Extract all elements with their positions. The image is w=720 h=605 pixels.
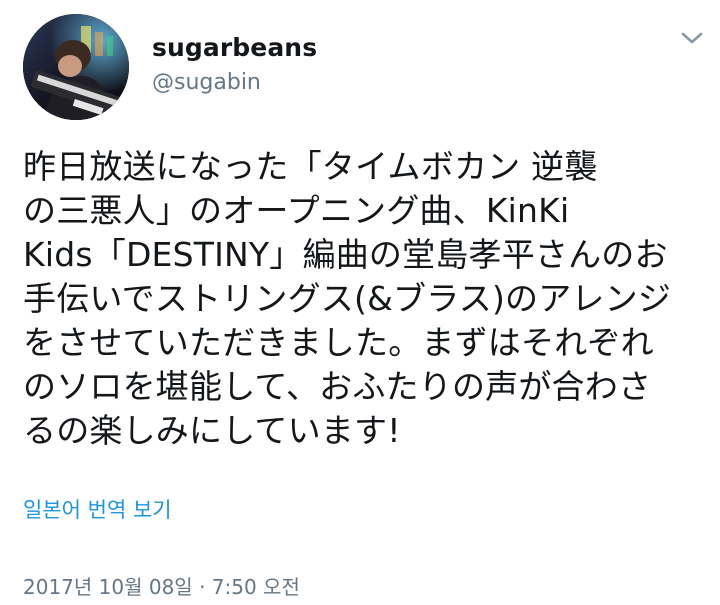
user-handle[interactable]: @sugabin <box>152 70 261 95</box>
avatar-image <box>23 14 129 120</box>
tweet-text: 昨日放送になった「タイムボカン 逆襲 の三悪人」のオープニング曲、KinKi K… <box>23 147 672 450</box>
tweet-timestamp[interactable]: 2017년 10월 08일 · 7:50 오전 <box>23 571 300 600</box>
chevron-down-icon[interactable] <box>679 28 705 48</box>
display-name[interactable]: sugarbeans <box>152 33 317 62</box>
avatar[interactable] <box>23 14 129 120</box>
translate-link[interactable]: 일본어 번역 보기 <box>23 494 172 524</box>
